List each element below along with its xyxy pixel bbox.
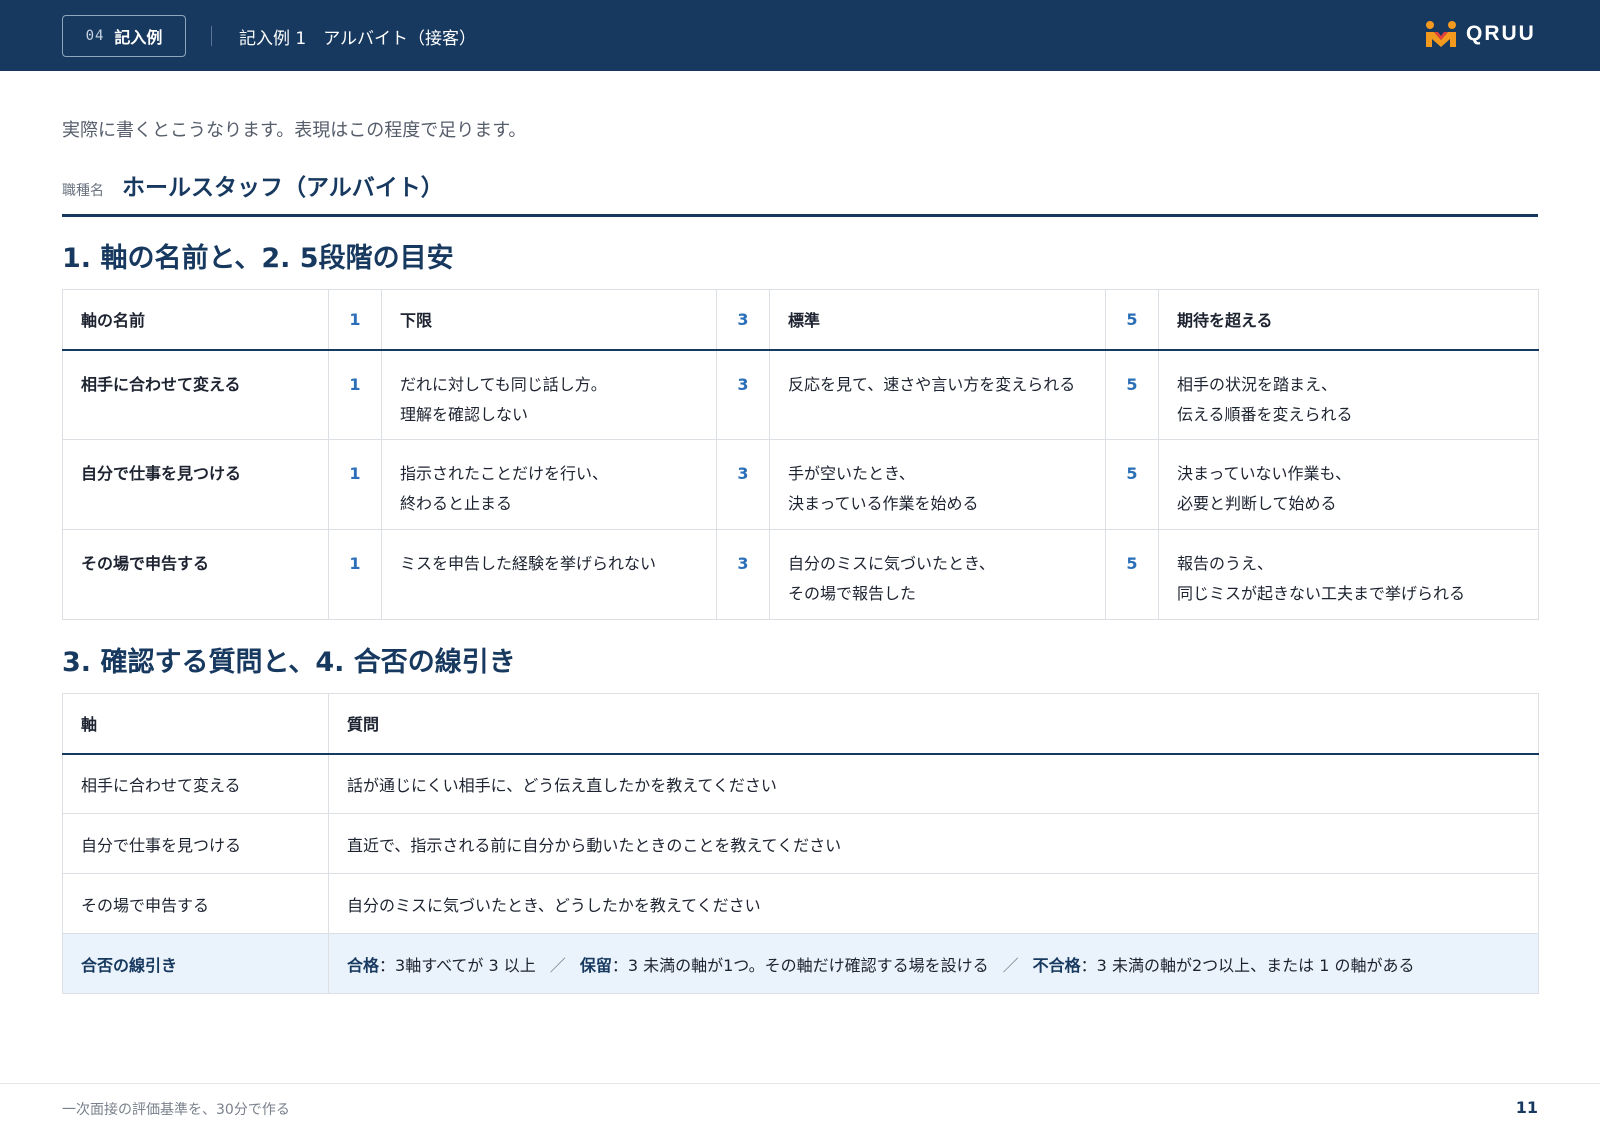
intro-text: 実際に書くとこうなります。表現はこの程度で足ります。 xyxy=(62,120,527,141)
pass-text: ：3軸すべてが 3 以上 xyxy=(379,955,536,975)
chapter-badge: 04 記入例 xyxy=(62,15,186,57)
level-3-description: 手が空いたとき、 決まっている作業を始める xyxy=(769,439,1106,530)
level-1-description: 指示されたことだけを行い、 終わると止まる xyxy=(381,439,717,530)
level-3-description: 自分のミスに気づいたとき、 その場で報告した xyxy=(769,529,1106,620)
hold-label: 保留 xyxy=(579,955,612,975)
header-question: 質問 xyxy=(328,693,1539,755)
header-title: 記入例 1 アルバイト（接客） xyxy=(239,29,477,49)
criteria-text: 合格：3軸すべてが 3 以上 ／ 保留：3 未満の軸が1つ。その軸だけ確認する場を設… xyxy=(328,933,1539,994)
pass-criteria-row: 合否の線引き 合格：3軸すべてが 3 以上 ／ 保留：3 未満の軸が1つ。その軸だけ… xyxy=(62,933,1539,994)
axis-name: 自分で仕事を見つける xyxy=(62,439,329,530)
job-title-row: 職種名 ホールスタッフ（アルバイト） xyxy=(62,168,1538,217)
level-1-number: 1 xyxy=(328,529,382,620)
table-header-row: 軸 質問 xyxy=(62,693,1539,755)
level-5-number: 5 xyxy=(1105,439,1159,530)
scale-table: 軸の名前 1 下限 3 標準 5 期待を超える 相手に合わせて変える 1 だれに… xyxy=(62,289,1539,620)
chapter-number: 04 xyxy=(85,28,105,44)
level-5-description: 決まっていない作業も、 必要と判断して始める xyxy=(1158,439,1539,530)
pass-label: 合格 xyxy=(347,955,380,975)
footer-divider xyxy=(0,1083,1600,1084)
level-5-description: 報告のうえ、 同じミスが起きない工夫まで挙げられる xyxy=(1158,529,1539,620)
header-level-5-label: 期待を超える xyxy=(1158,289,1539,351)
footer-text: 一次面接の評価基準を、30分で作る xyxy=(62,1102,290,1118)
criteria-separator: ／ xyxy=(1002,955,1019,975)
header-bar: 04 記入例 記入例 1 アルバイト（接客） QRUU xyxy=(0,0,1600,71)
level-3-number: 3 xyxy=(716,439,770,530)
level-1-description: だれに対しても同じ話し方。 理解を確認しない xyxy=(381,349,717,440)
fail-text: ：3 未満の軸が2つ以上、または 1 の軸がある xyxy=(1080,955,1415,975)
table-header-row: 軸の名前 1 下限 3 標準 5 期待を超える xyxy=(62,289,1539,351)
level-5-number: 5 xyxy=(1105,349,1159,440)
job-label: 職種名 xyxy=(62,183,104,199)
level-1-description: ミスを申告した経験を挙げられない xyxy=(381,529,717,620)
criteria-separator: ／ xyxy=(549,955,566,975)
table-row: 相手に合わせて変える 1 だれに対しても同じ話し方。 理解を確認しない 3 反応… xyxy=(62,349,1539,440)
header-axis: 軸の名前 xyxy=(62,289,329,351)
chapter-label: 記入例 xyxy=(114,28,163,47)
header-level-1: 1 xyxy=(328,289,382,351)
header-level-3-label: 標準 xyxy=(769,289,1106,351)
level-1-number: 1 xyxy=(328,439,382,530)
logo-people-icon xyxy=(1426,21,1456,47)
level-3-description: 反応を見て、速さや言い方を変えられる xyxy=(769,349,1106,440)
job-title: ホールスタッフ（アルバイト） xyxy=(122,175,444,201)
section-title-questions: 3. 確認する質問と、4. 合否の線引き xyxy=(62,647,516,678)
question-text: 自分のミスに気づいたとき、どうしたかを教えてください xyxy=(328,873,1539,934)
level-3-number: 3 xyxy=(716,349,770,440)
table-row: その場で申告する 1 ミスを申告した経験を挙げられない 3 自分のミスに気づいた… xyxy=(62,529,1539,620)
level-1-number: 1 xyxy=(328,349,382,440)
axis-name: 相手に合わせて変える xyxy=(62,349,329,440)
level-3-number: 3 xyxy=(716,529,770,620)
questions-table: 軸 質問 相手に合わせて変える 話が通じにくい相手に、どう伝え直したかを教えてく… xyxy=(62,693,1539,994)
question-text: 直近で、指示される前に自分から動いたときのことを教えてください xyxy=(328,813,1539,874)
table-row: 自分で仕事を見つける 1 指示されたことだけを行い、 終わると止まる 3 手が空… xyxy=(62,439,1539,530)
header-level-1-label: 下限 xyxy=(381,289,717,351)
table-row: その場で申告する 自分のミスに気づいたとき、どうしたかを教えてください xyxy=(62,873,1539,934)
axis-name: 相手に合わせて変える xyxy=(62,753,329,814)
logo: QRUU xyxy=(1424,20,1536,48)
section-title-scale: 1. 軸の名前と、2. 5段階の目安 xyxy=(62,243,454,274)
criteria-label: 合否の線引き xyxy=(62,933,329,994)
level-5-description: 相手の状況を踏まえ、 伝える順番を変えられる xyxy=(1158,349,1539,440)
fail-label: 不合格 xyxy=(1032,955,1081,975)
header-level-3: 3 xyxy=(716,289,770,351)
axis-name: その場で申告する xyxy=(62,529,329,620)
table-row: 自分で仕事を見つける 直近で、指示される前に自分から動いたときのことを教えてくだ… xyxy=(62,813,1539,874)
logo-text: QRUU xyxy=(1466,22,1536,45)
axis-name: 自分で仕事を見つける xyxy=(62,813,329,874)
hold-text: ：3 未満の軸が1つ。その軸だけ確認する場を設ける xyxy=(611,955,989,975)
level-5-number: 5 xyxy=(1105,529,1159,620)
page-number: 11 xyxy=(1515,1098,1538,1117)
header-level-5: 5 xyxy=(1105,289,1159,351)
header-divider xyxy=(211,26,212,46)
axis-name: その場で申告する xyxy=(62,873,329,934)
header-axis: 軸 xyxy=(62,693,329,755)
table-row: 相手に合わせて変える 話が通じにくい相手に、どう伝え直したかを教えてください xyxy=(62,753,1539,814)
question-text: 話が通じにくい相手に、どう伝え直したかを教えてください xyxy=(328,753,1539,814)
